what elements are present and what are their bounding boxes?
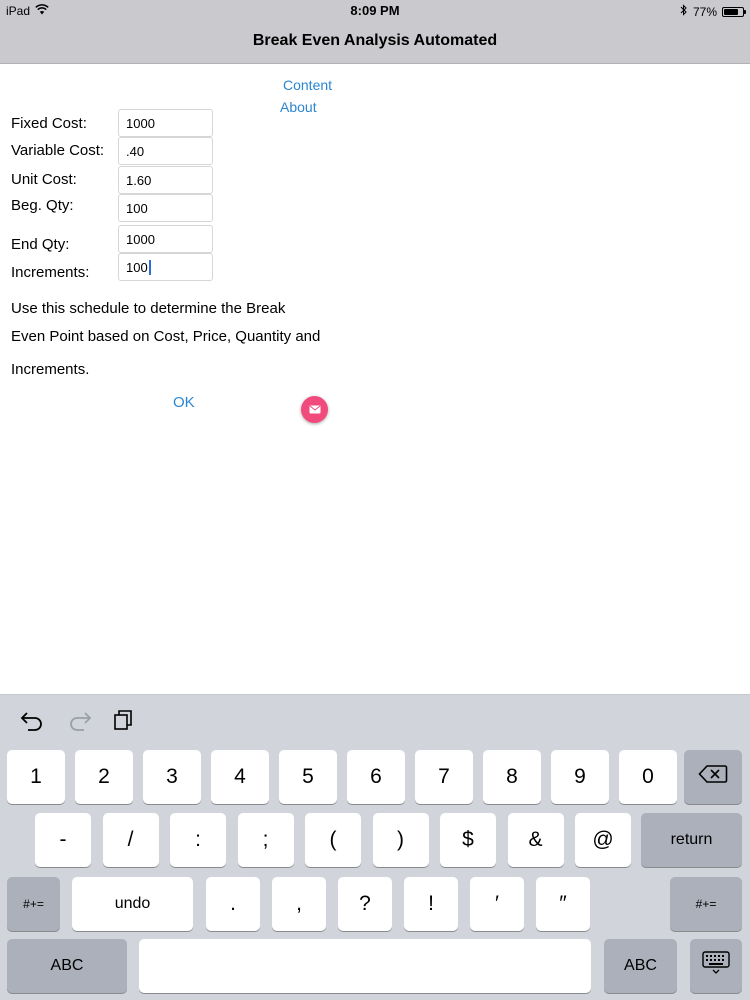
keyboard-icon (702, 951, 730, 981)
end-qty-value: 1000 (126, 232, 155, 247)
fixed-cost-field[interactable]: 1000 (118, 109, 213, 137)
row2-key-7[interactable]: & (507, 813, 564, 867)
beg-qty-value: 100 (126, 201, 148, 216)
unit-cost-label: Unit Cost: (11, 171, 77, 188)
variable-cost-field[interactable]: .40 (118, 137, 213, 165)
row2-key-4[interactable]: ( (305, 813, 361, 867)
increments-value: 100 (126, 260, 148, 275)
symbols-key-right[interactable]: #+= (670, 877, 742, 931)
ok-button[interactable]: OK (173, 394, 195, 411)
backspace-icon (698, 764, 728, 790)
row1-key-6[interactable]: 7 (415, 750, 473, 804)
unit-cost-field[interactable]: 1.60 (118, 166, 213, 194)
abc-key-right[interactable]: ABC (604, 939, 677, 993)
row1-key-4[interactable]: 5 (279, 750, 337, 804)
row3-key-0[interactable]: . (206, 877, 260, 931)
undo-key[interactable]: undo (72, 877, 193, 931)
row3-key-3[interactable]: ! (404, 877, 458, 931)
symbols-key-left[interactable]: #+= (7, 877, 60, 931)
variable-cost-label: Variable Cost: (11, 142, 105, 159)
battery-icon (722, 6, 746, 17)
row3-key-5[interactable]: ″ (536, 877, 590, 931)
beg-qty-label: Beg. Qty: (11, 197, 74, 214)
end-qty-label: End Qty: (11, 236, 70, 253)
row1-key-0[interactable]: 1 (7, 750, 65, 804)
row2-key-8[interactable]: @ (575, 813, 631, 867)
row1-key-8[interactable]: 9 (551, 750, 609, 804)
beg-qty-field[interactable]: 100 (118, 194, 213, 222)
fixed-cost-label: Fixed Cost: (11, 115, 87, 132)
row1-key-3[interactable]: 4 (211, 750, 269, 804)
top-bar: iPad 8:09 PM 77% Break Even Analysis Aut… (0, 0, 750, 64)
battery-percent: 77% (692, 4, 717, 19)
fixed-cost-value: 1000 (126, 116, 155, 131)
status-right: 77% (680, 4, 746, 19)
status-bar: iPad 8:09 PM 77% (0, 0, 750, 22)
row2-key-2[interactable]: : (170, 813, 226, 867)
abc-key-left[interactable]: ABC (7, 939, 127, 993)
bluetooth-icon (680, 4, 688, 19)
space-key[interactable] (139, 939, 591, 993)
increments-field[interactable]: 100 (118, 253, 213, 281)
paste-icon[interactable] (112, 709, 134, 736)
row3-key-1[interactable]: , (272, 877, 326, 931)
row3-key-2[interactable]: ? (338, 877, 392, 931)
row1-key-2[interactable]: 3 (143, 750, 201, 804)
end-qty-field[interactable]: 1000 (118, 225, 213, 253)
hide-keyboard-key[interactable] (690, 939, 742, 993)
delete-key[interactable] (684, 750, 742, 804)
page-title: Break Even Analysis Automated (252, 32, 498, 49)
row2-key-5[interactable]: ) (372, 813, 429, 867)
keyboard-toolbar (20, 709, 134, 736)
row1-key-5[interactable]: 6 (347, 750, 405, 804)
keyboard: 1234567890 - /:;() $ & @ .,?! ′ ″ return #+= u… (0, 694, 750, 1000)
row2-key-1[interactable]: / (102, 813, 159, 867)
mail-button[interactable] (301, 396, 328, 423)
increments-label: Increments: (11, 264, 90, 281)
description-line-3: Increments. (11, 361, 90, 378)
row1-key-9[interactable]: 0 (619, 750, 677, 804)
variable-cost-value: .40 (126, 144, 145, 159)
description-line-1: Use this schedule to determine the Break (11, 300, 286, 317)
status-time: 8:09 PM (350, 3, 400, 18)
row2-key-6[interactable]: $ (440, 813, 496, 867)
row1-key-1[interactable]: 2 (75, 750, 133, 804)
row1-key-7[interactable]: 8 (483, 750, 541, 804)
unit-cost-value: 1.60 (126, 173, 152, 188)
row3-key-4[interactable]: ′ (470, 877, 524, 931)
text-cursor (148, 260, 151, 275)
row2-key-0[interactable]: - (35, 813, 91, 867)
mail-icon (309, 401, 321, 419)
return-key[interactable]: return (641, 813, 742, 867)
content-link[interactable]: Content (283, 77, 332, 93)
undo-icon[interactable] (20, 709, 46, 736)
redo-icon[interactable] (66, 709, 92, 736)
about-link[interactable]: About (280, 99, 317, 115)
description-line-2: Even Point based on Cost, Price, Quantit… (11, 328, 321, 345)
row2-key-3[interactable]: ; (237, 813, 294, 867)
